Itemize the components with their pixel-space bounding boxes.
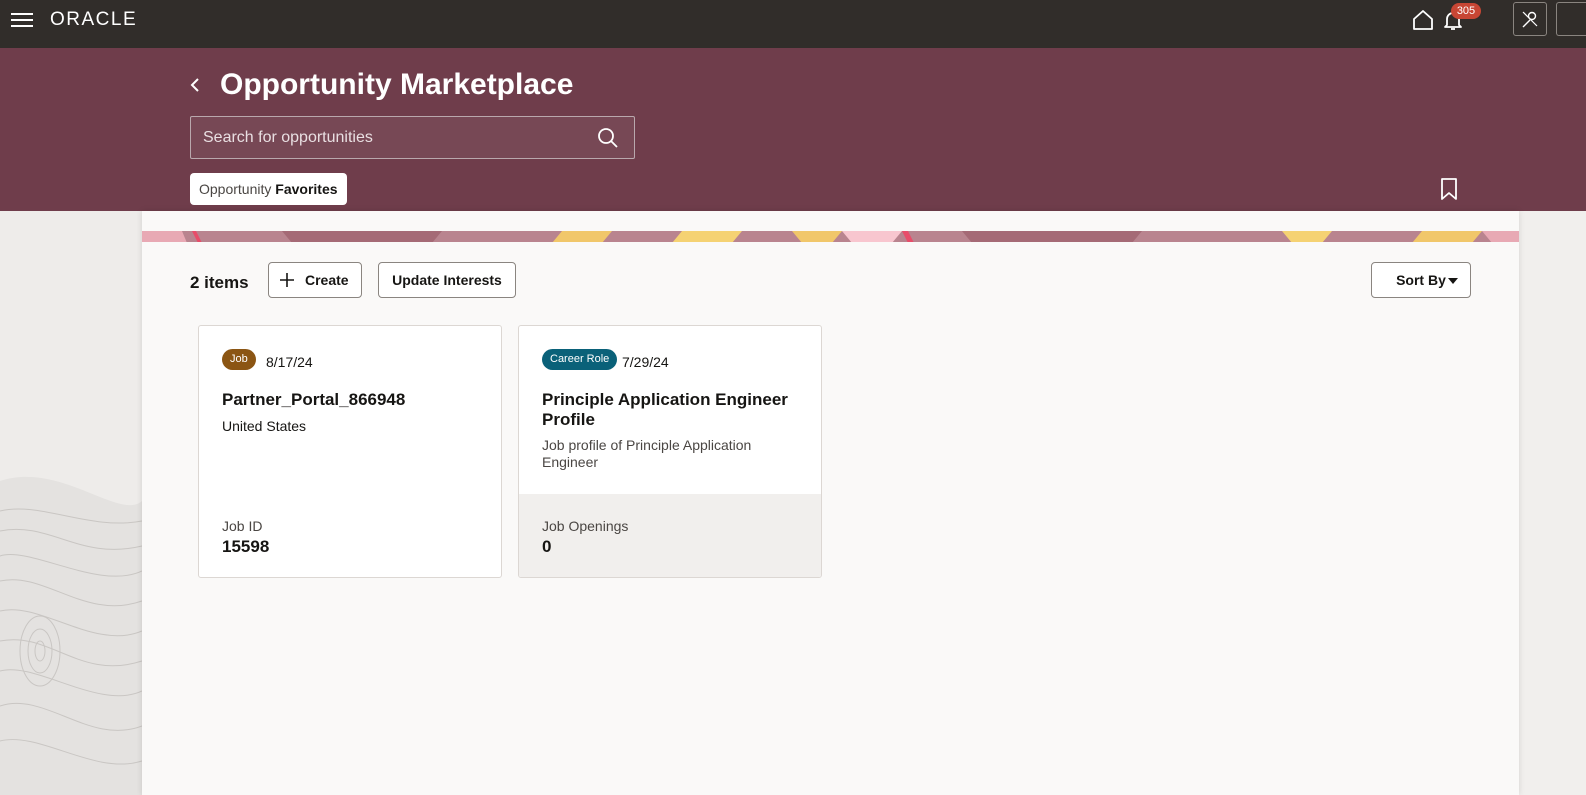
- card-footer-label: Job ID: [222, 518, 263, 534]
- plus-icon: [280, 273, 294, 287]
- bookmark-icon[interactable]: [1439, 177, 1459, 201]
- top-bar: ORACLE 305: [0, 0, 1586, 48]
- user-menu-button[interactable]: [1513, 2, 1547, 36]
- page-title: Opportunity Marketplace: [220, 68, 574, 101]
- job-tag: Job: [222, 349, 256, 370]
- chip-label: Favorites: [275, 181, 338, 197]
- items-count: 2 items: [190, 273, 249, 292]
- chip-prefix: Opportunity: [199, 181, 272, 197]
- card-footer: Job Openings 0: [519, 494, 821, 577]
- background-pattern: [0, 211, 142, 795]
- search-icon[interactable]: [597, 127, 619, 149]
- card-subtitle: United States: [222, 418, 307, 434]
- card-subtitle: Job profile of Principle Application Eng…: [542, 437, 752, 470]
- update-interests-button[interactable]: Update Interests: [378, 262, 516, 298]
- user-icon: [1522, 11, 1538, 28]
- opportunity-card[interactable]: Career Role 7/29/24 Principle Applicatio…: [518, 325, 822, 578]
- caret-down-icon: [1448, 278, 1458, 284]
- opportunity-card[interactable]: Job 8/17/24 Partner_Portal_866948 United…: [198, 325, 502, 578]
- favorites-chip[interactable]: Opportunity Favorites: [190, 173, 347, 205]
- home-icon[interactable]: [1411, 8, 1435, 32]
- oracle-logo[interactable]: ORACLE: [50, 9, 137, 31]
- main-panel: 2 items Create Update Interests Sort By …: [142, 211, 1519, 795]
- card-date: 8/17/24: [266, 354, 313, 370]
- card-footer-value: 0: [542, 537, 552, 556]
- decorative-banner: [142, 230, 1519, 242]
- career-role-tag: Career Role: [542, 349, 618, 370]
- search-input[interactable]: [191, 117, 586, 158]
- card-footer-label: Job Openings: [542, 518, 629, 534]
- card-footer: Job ID 15598: [199, 494, 501, 577]
- create-button-label: Create: [305, 272, 349, 288]
- back-chevron-icon[interactable]: [186, 75, 206, 95]
- search-box: [190, 116, 635, 159]
- card-footer-value: 15598: [222, 537, 270, 556]
- sort-by-label: Sort By: [1396, 272, 1446, 288]
- notification-badge: 305: [1451, 3, 1481, 19]
- card-title[interactable]: Principle Application Engineer Profile: [542, 390, 804, 430]
- card-date: 7/29/24: [622, 354, 669, 370]
- sort-by-button[interactable]: Sort By: [1371, 262, 1471, 298]
- create-button[interactable]: Create: [268, 262, 362, 298]
- hamburger-icon[interactable]: [11, 10, 33, 30]
- card-title[interactable]: Partner_Portal_866948: [222, 390, 484, 410]
- overflow-button[interactable]: [1556, 2, 1586, 36]
